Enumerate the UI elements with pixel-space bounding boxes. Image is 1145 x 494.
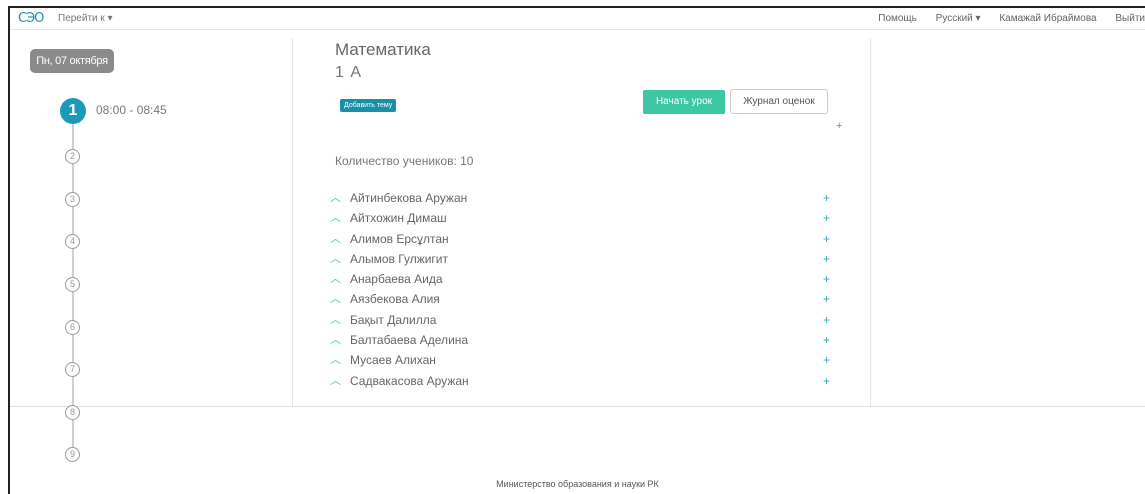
chevron-up-icon[interactable]: ︿ (330, 229, 344, 249)
lesson-node-9[interactable]: 9 (65, 447, 80, 462)
app-frame: СЭО Перейти к ▾ Помощь Русский ▾ Камажай… (8, 6, 1145, 494)
grade-journal-button[interactable]: Журнал оценок (730, 89, 828, 114)
lesson-node-7[interactable]: 7 (65, 362, 80, 377)
list-item: ︿ Аязбекова Алия + (330, 289, 840, 309)
chevron-up-icon[interactable]: ︿ (330, 208, 344, 228)
plus-icon[interactable]: + (823, 269, 830, 289)
chevron-up-icon[interactable]: ︿ (330, 269, 344, 289)
class-name: 1 А (335, 64, 363, 81)
add-topic-button[interactable]: Добавить тему (340, 99, 397, 112)
chevron-up-icon[interactable]: ︿ (330, 330, 344, 350)
plus-icon[interactable]: + (823, 371, 830, 391)
chevron-up-icon[interactable]: ︿ (330, 188, 344, 208)
lesson-node-4[interactable]: 4 (65, 234, 80, 249)
student-name[interactable]: Садвакасова Аружан (350, 371, 469, 391)
chevron-up-icon[interactable]: ︿ (330, 289, 344, 309)
list-item: ︿ Балтабаева Аделина + (330, 330, 840, 350)
student-name[interactable]: Алымов Гулжигит (350, 249, 448, 269)
plus-icon[interactable]: + (823, 310, 830, 330)
column-divider-right (870, 38, 871, 406)
lesson-node-2[interactable]: 2 (65, 149, 80, 164)
plus-icon[interactable]: + (823, 330, 830, 350)
lesson-node-1[interactable]: 1 (60, 98, 86, 124)
student-name[interactable]: Аязбекова Алия (350, 289, 440, 309)
student-name[interactable]: Алимов Ерсұлтан (350, 229, 449, 249)
student-name[interactable]: Балтабаева Аделина (350, 330, 468, 350)
chevron-up-icon[interactable]: ︿ (330, 249, 344, 269)
logo[interactable]: СЭО (18, 11, 44, 26)
list-item: ︿ Бақыт Далилла + (330, 310, 840, 330)
goto-dropdown[interactable]: Перейти к ▾ (58, 13, 113, 24)
start-lesson-button[interactable]: Начать урок (643, 90, 725, 114)
lesson-node-5[interactable]: 5 (65, 277, 80, 292)
plus-icon[interactable]: + (823, 289, 830, 309)
lesson-node-6[interactable]: 6 (65, 320, 80, 335)
list-item: ︿ Садвакасова Аружан + (330, 371, 840, 391)
list-item: ︿ Алымов Гулжигит + (330, 249, 840, 269)
student-name[interactable]: Анарбаева Аида (350, 269, 443, 289)
student-name[interactable]: Айтхожин Димаш (350, 208, 447, 228)
content-bottom-divider (10, 406, 1145, 407)
column-divider-left (292, 38, 293, 406)
student-count: Количество учеников: 10 (335, 154, 474, 168)
user-name[interactable]: Камажай Ибраймова (999, 13, 1096, 24)
student-name[interactable]: Мусаев Алихан (350, 350, 436, 370)
list-item: ︿ Айтинбекова Аружан + (330, 188, 840, 208)
plus-icon[interactable]: + (823, 188, 830, 208)
lesson-node-8[interactable]: 8 (65, 405, 80, 420)
chevron-up-icon[interactable]: ︿ (330, 371, 344, 391)
language-dropdown[interactable]: Русский ▾ (936, 13, 981, 24)
list-item: ︿ Алимов Ерсұлтан + (330, 229, 840, 249)
list-item: ︿ Мусаев Алихан + (330, 350, 840, 370)
top-right-menu: Помощь Русский ▾ Камажай Ибраймова Выйти (862, 13, 1145, 24)
chevron-up-icon[interactable]: ︿ (330, 350, 344, 370)
plus-icon[interactable]: + (823, 249, 830, 269)
lesson-time[interactable]: 08:00 - 08:45 (96, 103, 167, 117)
lesson-node-3[interactable]: 3 (65, 192, 80, 207)
subject-title: Математика (335, 40, 431, 59)
student-list: ︿ Айтинбекова Аружан + ︿ Айтхожин Димаш … (330, 188, 840, 391)
chevron-up-icon[interactable]: ︿ (330, 310, 344, 330)
student-name[interactable]: Бақыт Далилла (350, 310, 436, 330)
student-name[interactable]: Айтинбекова Аружан (350, 188, 467, 208)
plus-icon[interactable]: + (823, 229, 830, 249)
top-navbar: СЭО Перейти к ▾ Помощь Русский ▾ Камажай… (10, 8, 1145, 30)
help-link[interactable]: Помощь (878, 13, 917, 24)
logout-link[interactable]: Выйти (1115, 13, 1145, 24)
plus-icon[interactable]: + (823, 350, 830, 370)
plus-icon[interactable]: + (823, 208, 830, 228)
footer-text: Министерство образования и науки РК (496, 479, 659, 489)
date-badge[interactable]: Пн, 07 октября (30, 49, 114, 73)
list-item: ︿ Айтхожин Димаш + (330, 208, 840, 228)
list-item: ︿ Анарбаева Аида + (330, 269, 840, 289)
plus-icon[interactable]: + (836, 120, 842, 132)
